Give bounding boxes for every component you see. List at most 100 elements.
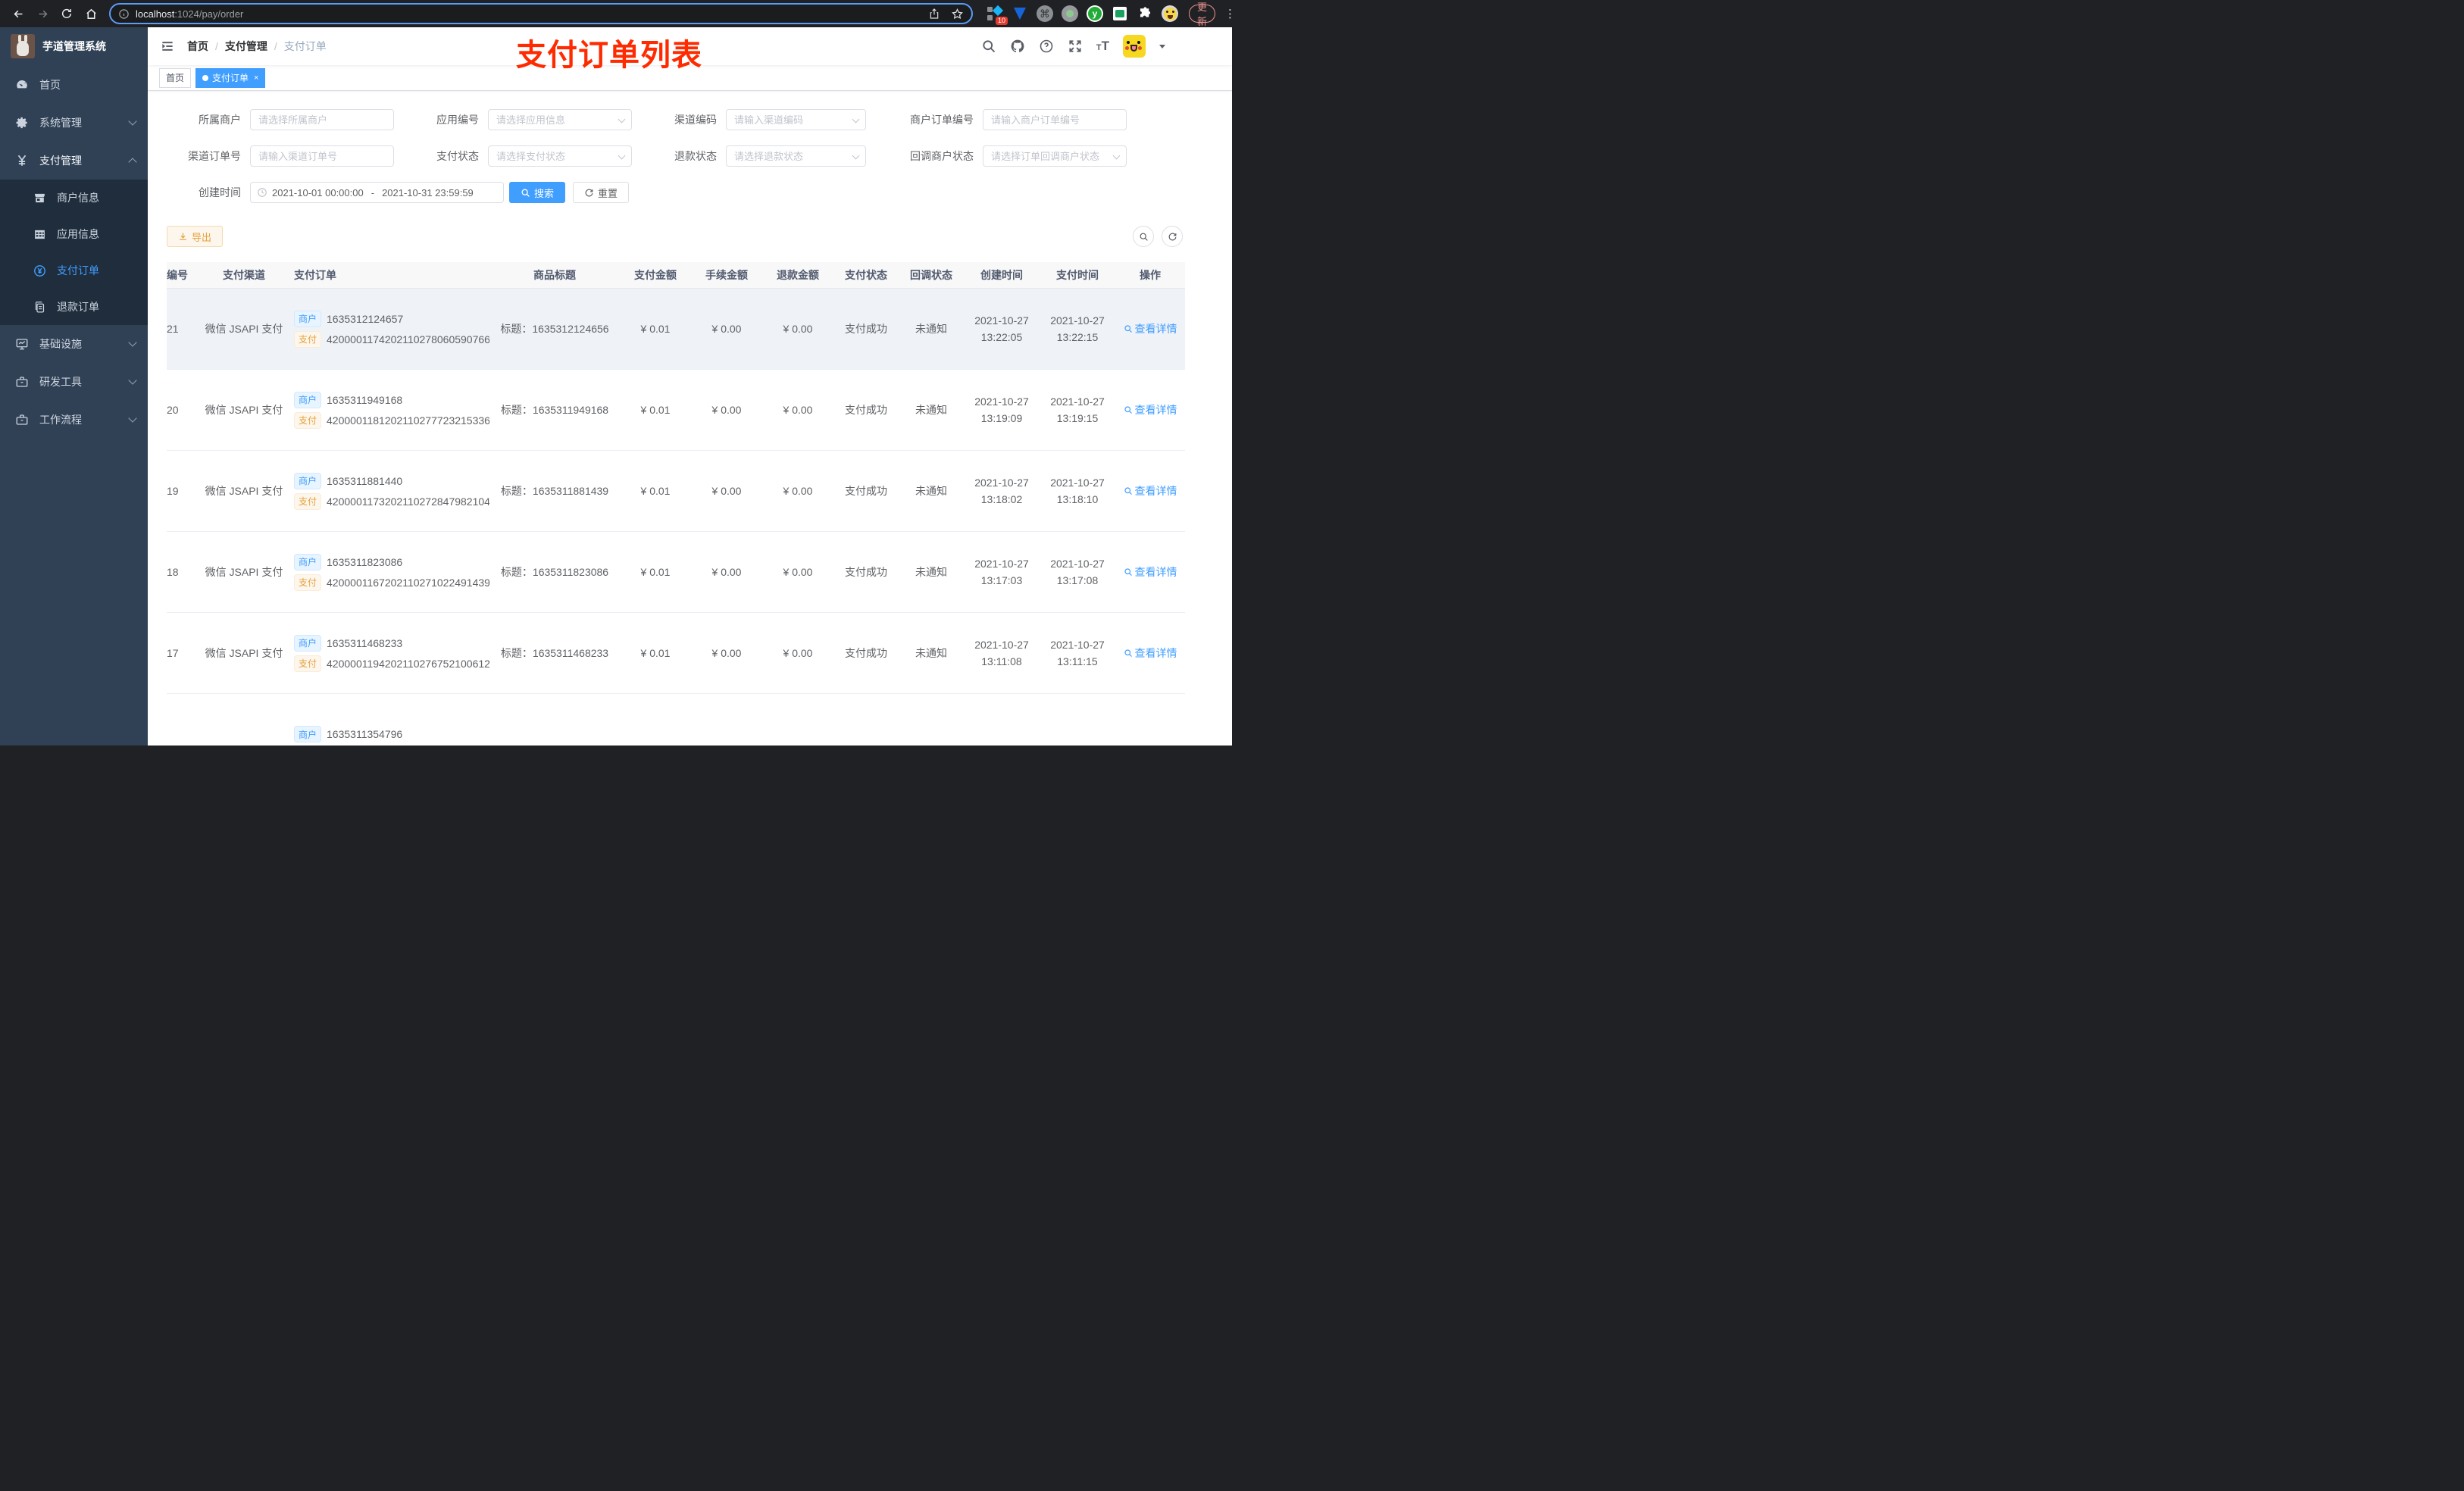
update-button[interactable]: 更新: [1189, 2, 1216, 27]
gem-extension-icon[interactable]: [1012, 5, 1028, 22]
sidebar-item-app-info[interactable]: 应用信息: [0, 216, 148, 252]
reset-button[interactable]: 重置: [573, 182, 630, 203]
merchant-filter-label: 所属商户: [199, 114, 241, 126]
sidebar-logo[interactable]: 芋道管理系统: [0, 27, 148, 65]
pay-order-cell: 商户 1635311823086 支付 42000011672021102710…: [286, 550, 489, 595]
puzzle-extension-icon[interactable]: [1137, 5, 1153, 22]
address-bar[interactable]: localhost:1024/pay/order: [109, 3, 973, 24]
app-select[interactable]: [488, 109, 632, 130]
column-header: 支付订单: [294, 269, 336, 281]
column-header: 手续金额: [705, 269, 748, 281]
view-detail-link[interactable]: 查看详情: [1124, 402, 1177, 417]
pay-tag: 支付: [294, 411, 322, 429]
command-extension-icon[interactable]: ⌘: [1037, 5, 1053, 22]
chevron-down-icon: [128, 414, 137, 423]
sidebar-item-system[interactable]: 系统管理: [0, 104, 148, 142]
home-icon[interactable]: [80, 3, 102, 24]
chevron-down-icon: [128, 117, 137, 126]
column-header: 支付状态: [845, 269, 887, 281]
browser-menu-icon[interactable]: ⋮: [1224, 7, 1236, 20]
view-detail-link[interactable]: 查看详情: [1124, 645, 1177, 661]
view-detail-link[interactable]: 查看详情: [1124, 483, 1177, 499]
toggle-search-button[interactable]: [1133, 226, 1154, 247]
channel-order-no-input[interactable]: [250, 145, 394, 167]
merchant-order-no: 1635311354796: [327, 728, 403, 740]
forward-icon[interactable]: [32, 3, 53, 24]
pay-amount-cell: ¥ 0.01: [640, 323, 671, 335]
pay-time-cell: 2021-10-27 13:19:15: [1050, 395, 1105, 424]
gear-icon: [16, 117, 27, 129]
sidebar-item-infra[interactable]: 基础设施: [0, 325, 148, 363]
pay-channel-cell: 微信 JSAPI 支付: [205, 323, 283, 335]
pay-channel-cell: 微信 JSAPI 支付: [205, 647, 283, 659]
tab-pay-order[interactable]: 支付订单 ×: [195, 67, 266, 88]
share-icon[interactable]: [928, 8, 940, 20]
github-icon[interactable]: [1010, 39, 1025, 54]
refresh-table-button[interactable]: [1162, 226, 1183, 247]
refund-status-select[interactable]: [726, 145, 866, 167]
column-header: 支付渠道: [223, 269, 265, 281]
table-row: 18 微信 JSAPI 支付 商户 1635311823086 支付 42000…: [167, 532, 1185, 613]
pay-amount-cell: ¥ 0.01: [640, 404, 671, 416]
emoji-extension-icon[interactable]: [1162, 5, 1178, 22]
chat-extension-icon[interactable]: [1112, 5, 1128, 22]
app-filter-label: 应用编号: [436, 114, 479, 126]
merchant-select[interactable]: [250, 109, 394, 130]
dot-extension-icon[interactable]: [1062, 5, 1078, 22]
create-time-cell: 2021-10-27 13:18:02: [974, 477, 1029, 505]
pay-status-select[interactable]: [488, 145, 632, 167]
y-extension-icon[interactable]: y: [1087, 5, 1103, 22]
app-title: 芋道管理系统: [42, 40, 106, 52]
channel-pay-no: 4200001173202110272847982104: [327, 495, 489, 508]
fee-amount-cell: ¥ 0.00: [711, 404, 742, 416]
reload-icon[interactable]: [56, 3, 77, 24]
order-id-cell: 21: [167, 323, 179, 335]
sidebar-item-home[interactable]: 首页: [0, 66, 148, 104]
bookmark-star-icon[interactable]: [951, 8, 964, 20]
action-cell: 查看详情: [1115, 564, 1185, 580]
column-header: 退款金额: [777, 269, 819, 281]
help-icon[interactable]: [1039, 39, 1054, 54]
sidebar-item-merchant-info[interactable]: 商户信息: [0, 180, 148, 216]
sidebar-item-workflow[interactable]: 工作流程: [0, 401, 148, 439]
fullscreen-icon[interactable]: [1068, 39, 1083, 54]
merchant-order-no-input[interactable]: [983, 109, 1127, 130]
close-tab-icon[interactable]: ×: [254, 73, 258, 83]
table-row: 20 微信 JSAPI 支付 商户 1635311949168 支付 42000…: [167, 370, 1185, 451]
site-info-icon[interactable]: [118, 8, 130, 20]
breadcrumb-pay[interactable]: 支付管理: [225, 39, 267, 54]
sidebar-item-label: 系统管理: [39, 117, 82, 129]
sidebar-item-label: 基础设施: [39, 338, 82, 350]
channel-code-select[interactable]: [726, 109, 866, 130]
refund-amount-cell: ¥ 0.00: [783, 485, 813, 497]
avatar[interactable]: [1123, 35, 1146, 58]
sidebar-item-pay-order[interactable]: 支付订单: [0, 252, 148, 289]
search-button[interactable]: 搜索: [509, 182, 566, 203]
merchant-tag: 商户: [294, 553, 322, 570]
search-icon[interactable]: [981, 39, 996, 54]
notify-status-select[interactable]: [983, 145, 1127, 167]
pay-submenu: 商户信息 应用信息 支付订单 退款订单: [0, 180, 148, 325]
view-detail-link[interactable]: 查看详情: [1124, 564, 1177, 580]
sidebar-item-refund-order[interactable]: 退款订单: [0, 289, 148, 325]
sidebar-item-devtool[interactable]: 研发工具: [0, 363, 148, 401]
back-icon[interactable]: [8, 3, 29, 24]
range-end-value: 2021-10-31 23:59:59: [382, 186, 474, 198]
breadcrumb-separator: /: [274, 40, 277, 52]
create-time-range-picker[interactable]: 2021-10-01 00:00:00 - 2021-10-31 23:59:5…: [250, 182, 504, 203]
breadcrumb-home[interactable]: 首页: [187, 39, 208, 54]
font-size-icon[interactable]: TT: [1096, 39, 1109, 54]
sidebar-fold-icon[interactable]: [160, 39, 175, 54]
tab-home[interactable]: 首页: [159, 67, 192, 88]
export-button[interactable]: 导出: [167, 226, 224, 247]
document-copy-icon: [35, 301, 45, 313]
view-detail-link[interactable]: 查看详情: [1124, 321, 1177, 336]
sidebar-item-pay[interactable]: 支付管理: [0, 142, 148, 180]
pay-channel-cell: 微信 JSAPI 支付: [205, 485, 283, 497]
briefcase-icon: [16, 414, 28, 425]
sketch-extension-icon[interactable]: 10: [987, 5, 1008, 25]
search-icon: [521, 189, 530, 197]
chevron-down-icon: [128, 376, 137, 385]
action-cell: 查看详情: [1115, 645, 1185, 661]
avatar-caret-icon[interactable]: [1159, 44, 1165, 48]
